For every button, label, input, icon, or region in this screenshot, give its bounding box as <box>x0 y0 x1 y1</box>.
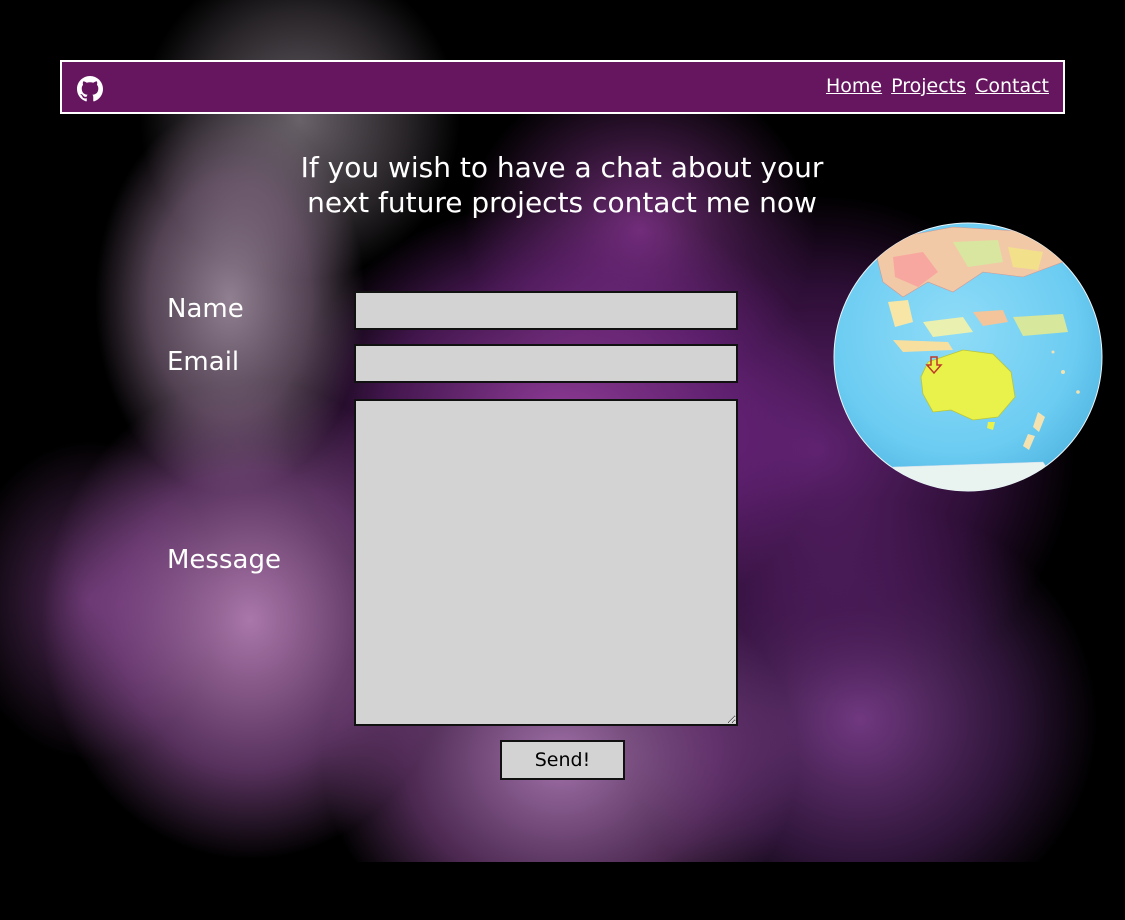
name-label: Name <box>167 294 244 324</box>
email-input[interactable] <box>354 344 738 383</box>
headline-line-1: If you wish to have a chat about your <box>300 151 824 184</box>
top-navbar: Home Projects Contact <box>60 60 1065 114</box>
headline-line-2: next future projects contact me now <box>307 186 817 219</box>
nav-links: Home Projects Contact <box>823 75 1049 97</box>
page-headline: If you wish to have a chat about your ne… <box>262 150 862 220</box>
message-label: Message <box>167 545 281 575</box>
send-button[interactable]: Send! <box>500 740 625 780</box>
message-textarea[interactable] <box>354 399 738 726</box>
github-icon[interactable] <box>77 76 103 102</box>
email-label: Email <box>167 347 240 377</box>
nav-link-home[interactable]: Home <box>826 75 882 97</box>
globe-icon <box>833 222 1103 492</box>
nav-link-projects[interactable]: Projects <box>891 75 966 97</box>
contact-page: Home Projects Contact If you wish to hav… <box>0 0 1125 920</box>
page-footer-band <box>0 862 1125 920</box>
nav-link-contact[interactable]: Contact <box>975 75 1049 97</box>
name-input[interactable] <box>354 291 738 330</box>
